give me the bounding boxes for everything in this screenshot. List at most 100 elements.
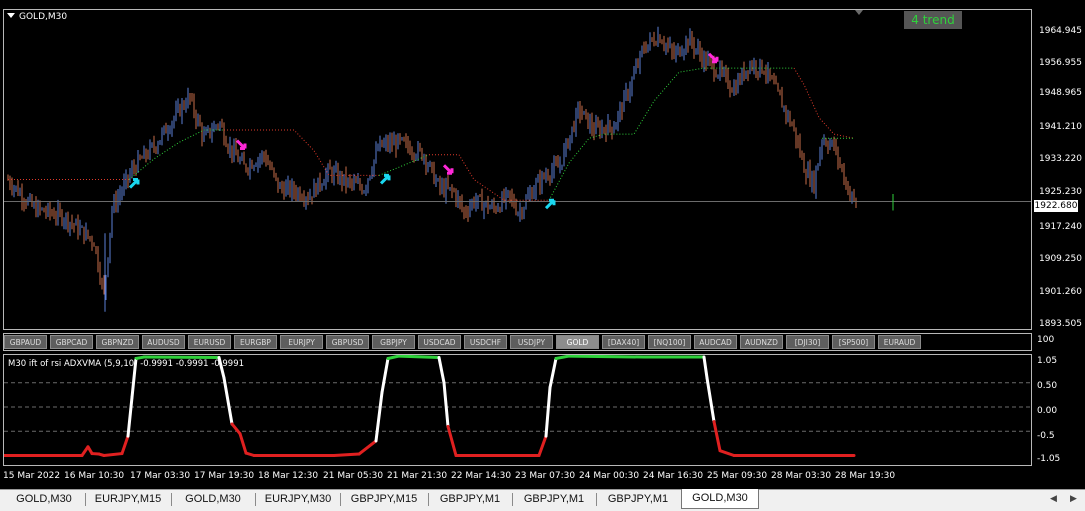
chart-tab[interactable]: GOLD,M30 [4,490,84,508]
tab-scroll-right-icon[interactable]: ▶ [1070,494,1077,504]
time-axis-label: 21 Mar 21:30 [387,471,447,481]
symbol-button-dax40[interactable]: [DAX40] [602,335,645,349]
symbol-button-gbpjpy[interactable]: GBPJPY [372,335,415,349]
indicator-line-segment [376,392,382,441]
buy-arrow-icon [130,180,138,188]
chart-menu-triangle-icon[interactable] [7,13,15,18]
time-axis-label: 23 Mar 07:30 [515,471,575,481]
indicator-line-segment [334,454,359,455]
chart-tab[interactable]: GOLD,M30 [172,490,254,508]
chart-tab[interactable]: EURJPY,M15 [86,490,170,508]
symbol-button-eurjpy[interactable]: EURJPY [280,335,323,349]
time-axis-label: 16 Mar 10:30 [64,471,124,481]
sell-arrow-icon [237,141,245,149]
chart-tab[interactable]: GBPJPY,M1 [513,490,595,508]
indicator-line-segment [128,397,132,436]
price-axis-label: 1917.240 [1039,222,1082,232]
indicator-axis-label: -1.05 [1037,454,1060,464]
indicator-line-segment [714,422,720,451]
time-axis-label: 17 Mar 19:30 [194,471,254,481]
indicator-svg [4,355,1031,465]
price-axis-label: 1893.505 [1039,319,1082,329]
indicator-title: M30 ift of rsi ADXVMA (5,9,10) -0.9991 -… [8,359,244,369]
current-price-tag: 1922.680 [1034,200,1078,212]
time-axis-label: 17 Mar 03:30 [130,471,190,481]
time-axis-label: 25 Mar 09:30 [707,471,767,481]
trailing-stop-line [429,155,549,200]
symbol-button-gbpcad[interactable]: GBPCAD [50,335,93,349]
price-axis-label: 1925.230 [1039,187,1082,197]
indicator-line-segment [707,378,714,422]
indicator-line-segment [382,359,388,393]
chart-tab[interactable]: GBPJPY,M15 [341,490,427,508]
indicator-line-segment [240,434,246,453]
symbol-button-audcad[interactable]: AUDCAD [694,335,737,349]
symbol-button-audnzd[interactable]: AUDNZD [740,335,783,349]
indicator-line-segment [539,436,546,455]
symbol-button-audusd[interactable]: AUDUSD [142,335,185,349]
price-axis-label: 1941.210 [1039,122,1082,132]
price-axis-label: 1948.965 [1039,88,1082,98]
price-axis-label: 1901.260 [1039,287,1082,297]
time-axis-label: 22 Mar 14:30 [451,471,511,481]
symbol-button-usdjpy[interactable]: USDJPY [510,335,553,349]
price-axis-label: 1933.220 [1039,154,1082,164]
time-axis-label: 15 Mar 2022 [3,471,60,481]
symbol-button-eurgbp[interactable]: EURGBP [234,335,277,349]
chart-tab[interactable]: GBPJPY,M1 [597,490,679,508]
indicator-line-segment [122,436,128,453]
chart-tab[interactable]: GOLD,M30 [681,489,759,509]
trailing-stop-line [549,68,794,200]
time-axis-label: 18 Mar 12:30 [258,471,318,481]
indicator-axis-label: -0.5 [1037,431,1055,441]
indicator-line-segment [399,356,439,357]
time-axis-label: 24 Mar 16:30 [643,471,703,481]
trailing-stop-line [794,68,854,138]
symbol-button-usdchf[interactable]: USDCHF [464,335,507,349]
symbol-button-gold[interactable]: GOLD [556,335,599,349]
indicator-line-segment [359,441,376,454]
symbol-button-euraud[interactable]: EURAUD [878,335,921,349]
trend-label: 4 trend [904,11,962,29]
time-axis-label: 24 Mar 00:30 [579,471,639,481]
symbol-button-gbpnzd[interactable]: GBPNZD [96,335,139,349]
chart-title: GOLD,M30 [7,12,67,22]
price-axis-label: 1909.250 [1039,254,1082,264]
symbol-button-usdcad[interactable]: USDCAD [418,335,461,349]
symbol-button-gbpusd[interactable]: GBPUSD [326,335,369,349]
symbol-button-gbpaud[interactable]: GBPAUD [4,335,47,349]
chart-tab[interactable]: GBPJPY,M1 [429,490,511,508]
symbol-button-sp500[interactable]: [SP500] [832,335,875,349]
symbol-button-eurusd[interactable]: EURUSD [188,335,231,349]
price-chart-svg [4,10,1031,329]
indicator-axis-label: 100 [1037,335,1054,345]
symbol-button-dji30[interactable]: [DJI30] [786,335,829,349]
tab-scroll-left-icon[interactable]: ◀ [1050,494,1057,504]
symbol-button-nq100[interactable]: [NQ100] [648,335,691,349]
indicator-line-segment [556,356,569,358]
indicator-line-segment [546,388,550,437]
tab-separator [255,493,256,506]
indicator-line-segment [439,358,444,383]
price-axis-label: 1956.955 [1039,58,1082,68]
trailing-stop-line [224,130,379,175]
shift-marker-icon[interactable] [855,10,863,15]
indicator-line-segment [444,383,448,427]
indicator-line-segment [720,451,734,456]
indicator-axis-label: 0.00 [1037,406,1057,416]
indicator-line-segment [704,357,707,378]
chart-tab[interactable]: EURJPY,M30 [257,490,339,508]
trailing-stop-line [379,155,429,176]
time-axis-label: 28 Mar 19:30 [835,471,895,481]
indicator-axis-label: 0.50 [1037,381,1057,391]
sell-arrow-icon [444,165,452,173]
time-axis-label: 21 Mar 05:30 [323,471,383,481]
indicator-line-segment [232,424,240,434]
indicator-line-segment [104,454,122,456]
buy-arrow-icon [381,175,389,183]
indicator-axis-label: 1.05 [1037,356,1057,366]
indicator-line-segment [224,378,232,424]
indicator-line-segment [388,356,399,358]
indicator-line-segment [569,356,644,357]
time-axis-label: 28 Mar 03:30 [771,471,831,481]
